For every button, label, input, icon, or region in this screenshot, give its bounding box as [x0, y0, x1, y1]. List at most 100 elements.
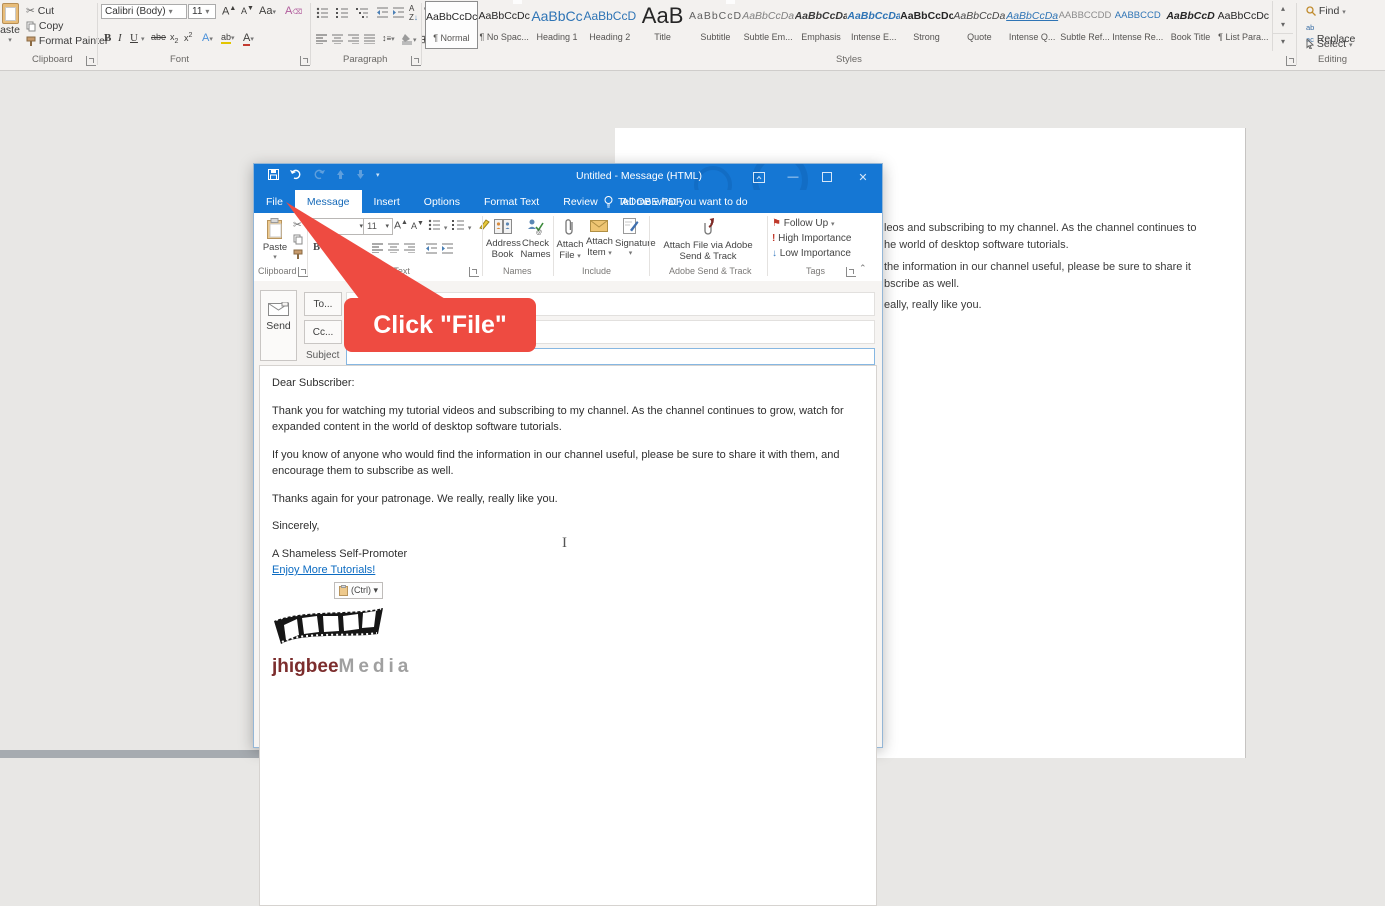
style-title[interactable]: AaBTitle: [636, 1, 689, 49]
align-center-button[interactable]: [332, 33, 344, 45]
save-icon[interactable]: [268, 169, 279, 180]
gallery-scroll-up-icon[interactable]: ▴: [1273, 1, 1293, 17]
align-left-icon: [316, 34, 328, 44]
decrease-indent-button[interactable]: [377, 6, 389, 18]
basic-text-dialog-launcher[interactable]: [469, 267, 479, 277]
tags-dialog-launcher[interactable]: [846, 267, 856, 277]
justify-button[interactable]: [364, 33, 376, 45]
style-label: Intense Q...: [1006, 32, 1059, 42]
underline-caret-icon[interactable]: ▾: [141, 35, 145, 43]
paragraph-dialog-launcher[interactable]: [411, 56, 421, 66]
high-importance-button[interactable]: ! High Importance: [772, 233, 852, 244]
style-book-title[interactable]: AaBbCcDBook Title: [1164, 1, 1217, 49]
style-subtle-ref-[interactable]: AABBCCDDSubtle Ref...: [1059, 1, 1112, 49]
bullets-button[interactable]: [316, 6, 329, 18]
adobe-send-track-button[interactable]: Attach File via Adobe Send & Track: [652, 217, 764, 263]
group-separator: [649, 216, 650, 276]
group-separator: [482, 216, 483, 276]
grow-font-button[interactable]: A▲: [222, 5, 236, 18]
align-right-icon: [348, 34, 360, 44]
previous-item-icon[interactable]: [336, 169, 345, 180]
body-paragraph: If you know of anyone who would find the…: [272, 447, 864, 480]
text-effects-button[interactable]: A▾: [202, 32, 213, 44]
enjoy-more-tutorials-link[interactable]: Enjoy More Tutorials!: [272, 564, 375, 576]
select-button[interactable]: Select ▾: [1306, 38, 1353, 50]
gallery-more-icon[interactable]: ▾: [1273, 33, 1293, 50]
font-name-select[interactable]: Calibri (Body)▾: [101, 4, 187, 19]
superscript-button[interactable]: x2: [184, 32, 192, 43]
check-names-button[interactable]: @ Check Names: [520, 218, 551, 261]
follow-up-button[interactable]: ⚑ Follow Up ▾: [772, 218, 835, 229]
styles-dialog-launcher[interactable]: [1286, 56, 1296, 66]
title-bar[interactable]: ▾ Untitled - Message (HTML) — ✕: [254, 164, 882, 190]
style-preview: AABBCCD: [1111, 3, 1164, 29]
cut-button[interactable]: ✂ Cut: [26, 5, 54, 17]
attach-file-button[interactable]: Attach File ▾: [556, 218, 584, 262]
find-button[interactable]: Find ▾: [1306, 5, 1346, 17]
undo-icon[interactable]: [290, 169, 302, 180]
callout-bubble: Click "File": [344, 298, 536, 352]
underline-button[interactable]: U: [130, 32, 138, 44]
gallery-scroll-down-icon[interactable]: ▾: [1273, 17, 1293, 33]
style-intense-e-[interactable]: AaBbCcDaIntense E...: [847, 1, 900, 49]
clipboard-dialog-launcher[interactable]: [86, 56, 96, 66]
style-heading-2[interactable]: AaBbCcDHeading 2: [583, 1, 636, 49]
style-subtle-em-[interactable]: AaBbCcDaSubtle Em...: [742, 1, 795, 49]
style-emphasis[interactable]: AaBbCcDaEmphasis: [795, 1, 848, 49]
message-body[interactable]: Dear Subscriber: Thank you for watching …: [259, 365, 877, 906]
next-item-icon[interactable]: [356, 169, 365, 180]
style-label: Subtle Ref...: [1059, 32, 1112, 42]
flag-icon: ⚑: [772, 218, 781, 229]
cc-button[interactable]: Cc...: [304, 320, 342, 344]
line-spacing-button[interactable]: ↕≡▾: [382, 33, 395, 43]
redo-icon[interactable]: [313, 169, 325, 180]
low-importance-button[interactable]: ↓ Low Importance: [772, 248, 851, 259]
bold-button[interactable]: B: [104, 32, 111, 44]
ribbon-display-options-icon[interactable]: [744, 164, 774, 190]
copy-button[interactable]: Copy: [26, 20, 63, 32]
style-intense-q-[interactable]: AaBbCcDaIntense Q...: [1006, 1, 1059, 49]
text-cursor: I: [562, 535, 567, 552]
style--normal[interactable]: AaBbCcDc¶ Normal: [425, 1, 478, 49]
minimize-icon[interactable]: —: [778, 164, 808, 190]
align-left-button[interactable]: [316, 33, 328, 45]
italic-button[interactable]: I: [118, 32, 122, 44]
shading-button[interactable]: ▾: [402, 33, 417, 45]
subscript-button[interactable]: x2: [170, 32, 178, 45]
align-right-button[interactable]: [348, 33, 360, 45]
font-size-select[interactable]: 11▾: [188, 4, 216, 19]
style-strong[interactable]: AaBbCcDcStrong: [900, 1, 953, 49]
signature-button[interactable]: Signature ▾: [615, 218, 646, 258]
strikethrough-button[interactable]: abe: [151, 32, 166, 42]
clear-formatting-button[interactable]: A⌫: [285, 5, 302, 17]
styles-gallery-scroll[interactable]: ▴ ▾ ▾: [1272, 1, 1293, 51]
customize-qat-icon[interactable]: ▾: [376, 171, 380, 179]
maximize-icon[interactable]: [812, 164, 842, 190]
attach-item-button[interactable]: Attach Item ▾: [585, 218, 614, 259]
close-icon[interactable]: ✕: [848, 164, 878, 190]
exclamation-icon: !: [772, 233, 775, 244]
collapse-ribbon-icon[interactable]: ⌃: [859, 263, 867, 274]
numbering-button[interactable]: [336, 6, 349, 18]
clipboard-icon: [339, 585, 348, 596]
address-book-button[interactable]: Address Book: [486, 218, 519, 261]
style-heading-1[interactable]: AaBbCcHeading 1: [531, 1, 584, 49]
style-quote[interactable]: AaBbCcDaQuote: [953, 1, 1006, 49]
change-case-button[interactable]: Aa▾: [259, 5, 276, 17]
sort-button[interactable]: AZ↓: [409, 4, 418, 22]
tab-format-text[interactable]: Format Text: [472, 190, 551, 213]
chevron-down-icon: ▾: [169, 7, 173, 16]
font-dialog-launcher[interactable]: [300, 56, 310, 66]
style-subtitle[interactable]: AaBbCcDSubtitle: [689, 1, 742, 49]
font-color-button[interactable]: A▾: [243, 32, 254, 44]
style--no-spac-[interactable]: AaBbCcDc¶ No Spac...: [478, 1, 531, 49]
highlight-color-button[interactable]: ab▾: [221, 32, 235, 42]
paste-options-button[interactable]: (Ctrl) ▾: [334, 582, 383, 600]
style--list-para-[interactable]: AaBbCcDc¶ List Para...: [1217, 1, 1270, 49]
increase-indent-button[interactable]: [393, 6, 405, 18]
down-arrow-icon: ↓: [772, 248, 777, 259]
shrink-font-button[interactable]: A▼: [241, 5, 254, 16]
style-intense-re-[interactable]: AABBCCDIntense Re...: [1111, 1, 1164, 49]
multilevel-list-button[interactable]: [356, 6, 369, 18]
tell-me-box[interactable]: Tell me what you want to do: [594, 190, 748, 213]
